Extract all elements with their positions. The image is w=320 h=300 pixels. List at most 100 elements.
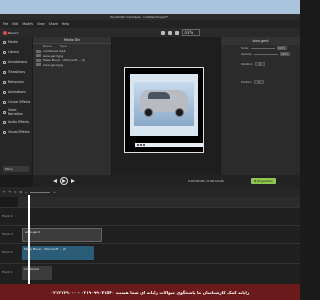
sidebar-item-annotations[interactable]: Annotations xyxy=(0,57,32,67)
zoom-out-icon[interactable]: − xyxy=(25,190,28,194)
watermark-footer: رایانه کمک کارشناسان ما پاسخگوی سوالات ر… xyxy=(0,284,300,300)
copy-icon[interactable]: ⧉ xyxy=(20,190,22,194)
playback-bar: 0:00:00;00 / 0:00:10;00 ⚙ Properties xyxy=(33,175,300,187)
sidebar-item-label: Behaviors xyxy=(8,80,24,84)
zoom-in-icon[interactable]: + xyxy=(53,190,56,194)
menu-view[interactable]: View xyxy=(37,22,45,26)
record-button[interactable]: Record xyxy=(3,30,19,35)
canvas-area xyxy=(112,37,220,175)
properties-title: slow-gerd xyxy=(221,37,300,45)
crop-icon[interactable] xyxy=(175,30,180,35)
annotations-icon xyxy=(3,60,6,64)
sidebar-item-transitions[interactable]: Transitions xyxy=(0,67,32,77)
redo-icon[interactable]: ↷ xyxy=(9,190,12,194)
playhead[interactable] xyxy=(28,195,30,285)
column-type[interactable]: Type xyxy=(60,44,67,49)
zoom-slider[interactable] xyxy=(30,191,51,193)
cursor-icon xyxy=(3,100,6,104)
menu-edit[interactable]: Edit xyxy=(12,22,18,26)
forward-icon[interactable] xyxy=(71,179,75,183)
prop-label: Rotation xyxy=(241,62,253,66)
audio-thumbnail-icon xyxy=(36,58,41,62)
sidebar-item-cursor-effects[interactable]: Cursor Effects xyxy=(0,97,32,107)
position-value[interactable]: 0 xyxy=(253,80,264,84)
track-label: Track 2 xyxy=(2,250,13,254)
track-label: Track 3 xyxy=(2,232,13,236)
column-name[interactable]: Name xyxy=(43,44,52,49)
visual-icon xyxy=(3,130,6,134)
sidebar-item-media[interactable]: Media xyxy=(0,37,32,47)
menu-file[interactable]: File xyxy=(3,22,8,26)
window-title: TechSmith Camtasia - Untitled Project* xyxy=(110,15,169,19)
rotation-value[interactable]: 0 xyxy=(254,62,265,66)
track-3[interactable]: Track 3 slow-gerd xyxy=(0,225,300,243)
track-4[interactable]: Track 4 xyxy=(0,207,300,225)
scale-slider[interactable] xyxy=(250,47,275,49)
menu-modify[interactable]: Modify xyxy=(23,22,34,26)
zoom-select[interactable]: 43% xyxy=(182,29,201,36)
media-name: slow-gerd.jpg xyxy=(43,53,64,58)
media-bin-title: Media Bin xyxy=(33,37,111,44)
menu-bar: File Edit Modify View Share Help xyxy=(0,20,300,28)
timeline-toolbar: ↶ ↷ ✂ ⧉ − + xyxy=(0,187,300,197)
library-icon xyxy=(3,50,6,54)
preview-canvas[interactable] xyxy=(124,67,204,153)
sidebar-item-voice-narration[interactable]: Voice Narration xyxy=(0,107,32,117)
image-thumbnail-icon xyxy=(36,54,41,58)
gear-icon: ⚙ xyxy=(253,179,257,183)
record-icon xyxy=(3,30,7,35)
behaviors-icon xyxy=(3,80,6,84)
menu-share[interactable]: Share xyxy=(49,22,58,26)
image-thumbnail-icon xyxy=(36,63,41,67)
opacity-slider[interactable] xyxy=(253,53,278,55)
more-button[interactable]: More xyxy=(3,166,29,172)
play-button[interactable] xyxy=(60,177,68,185)
car-photo[interactable] xyxy=(134,82,194,126)
animations-icon xyxy=(3,90,6,94)
position-row: Position 0 xyxy=(221,79,300,85)
mic-icon xyxy=(3,110,6,114)
rotation-row: Rotation 0 xyxy=(221,61,300,67)
canvas-content xyxy=(130,74,203,147)
sidebar-item-behaviors[interactable]: Behaviors xyxy=(0,77,32,87)
timeline-clip-video[interactable]: combined xyxy=(22,266,52,280)
track-2[interactable]: Track 2 Mese Music - Microsoft ... (I) xyxy=(0,243,300,263)
media-name: combined.mp4 xyxy=(43,49,66,54)
timecode: 0:00:00;00 / 0:00:10;00 xyxy=(188,179,224,183)
sidebar-item-label: Transitions xyxy=(8,70,26,74)
camtasia-window: TechSmith Camtasia - Untitled Project* F… xyxy=(0,0,300,300)
play-icon xyxy=(62,179,66,183)
track-label: Track 1 xyxy=(2,270,13,274)
record-label: Record xyxy=(8,30,19,35)
desktop-taskbar-strip xyxy=(0,0,300,14)
opacity-value[interactable]: 100% xyxy=(279,52,290,56)
media-bin-panel: Media Bin Name Type combined.mp4 slow-ge… xyxy=(33,37,111,175)
toolbar: Record 43% xyxy=(0,28,300,37)
tools-sidebar: Media Library Annotations Transitions Be… xyxy=(0,37,32,175)
media-name: slow-gerd.jpg xyxy=(43,62,64,67)
timeline-ruler[interactable] xyxy=(18,197,300,207)
properties-button-label: Properties xyxy=(257,179,273,183)
prop-label: Scale xyxy=(241,46,249,50)
sidebar-item-library[interactable]: Library xyxy=(0,47,32,57)
timeline-clip-image[interactable]: slow-gerd xyxy=(22,228,102,242)
pointer-icon[interactable] xyxy=(161,30,166,35)
list-item[interactable]: slow-gerd.jpg xyxy=(33,63,111,68)
rewind-icon[interactable] xyxy=(53,179,57,183)
sidebar-item-visual-effects[interactable]: Visual Effects xyxy=(0,127,32,137)
timeline-clip-audio[interactable]: Mese Music - Microsoft ... (I) xyxy=(22,246,94,260)
cut-icon[interactable]: ✂ xyxy=(14,190,17,194)
sidebar-item-audio-effects[interactable]: Audio Effects xyxy=(0,117,32,127)
scale-value[interactable]: 100% xyxy=(276,46,287,50)
undo-icon[interactable]: ↶ xyxy=(3,190,6,194)
sidebar-item-label: Media xyxy=(8,40,18,44)
opacity-row: Opacity 100% xyxy=(221,51,300,57)
preview-taskbar xyxy=(135,143,203,147)
properties-button[interactable]: ⚙ Properties xyxy=(250,178,276,184)
pan-icon[interactable] xyxy=(168,30,173,35)
menu-help[interactable]: Help xyxy=(62,22,69,26)
media-name: Mese Music - Microsoft ... (I) xyxy=(43,58,85,63)
track-1[interactable]: Track 1 combined xyxy=(0,263,300,284)
car-window xyxy=(148,92,170,99)
sidebar-item-animations[interactable]: Animations xyxy=(0,87,32,97)
